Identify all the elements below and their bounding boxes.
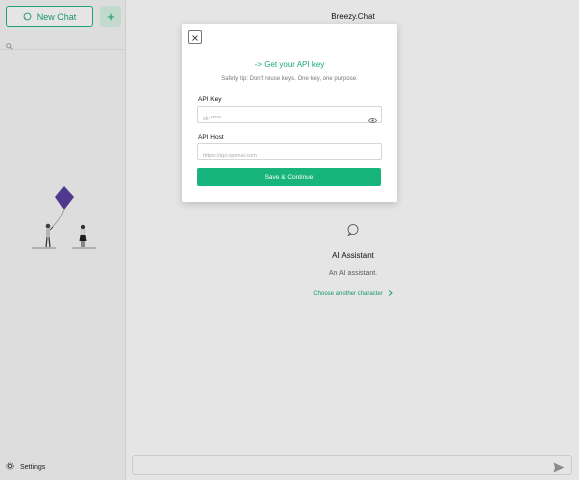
get-api-key-link[interactable]: -> Get your API key [182, 60, 397, 69]
save-continue-button[interactable]: Save & Continue [197, 168, 381, 186]
api-key-field[interactable] [197, 106, 382, 127]
eye-icon[interactable] [368, 111, 377, 129]
app-window: New Chat Settings Breezy.Chat AI Assista… [0, 0, 579, 480]
api-host-input[interactable] [198, 148, 358, 164]
close-icon [192, 28, 198, 46]
api-key-input[interactable] [198, 111, 358, 127]
api-key-label: API Key [198, 96, 222, 103]
api-key-dialog: -> Get your API key Safety tip: Don't re… [182, 24, 397, 202]
safety-tip: Safety tip: Don't reuse keys. One key, o… [221, 76, 358, 82]
close-button[interactable] [188, 30, 202, 44]
api-host-label: API Host [198, 134, 224, 141]
api-host-field[interactable] [197, 143, 382, 164]
